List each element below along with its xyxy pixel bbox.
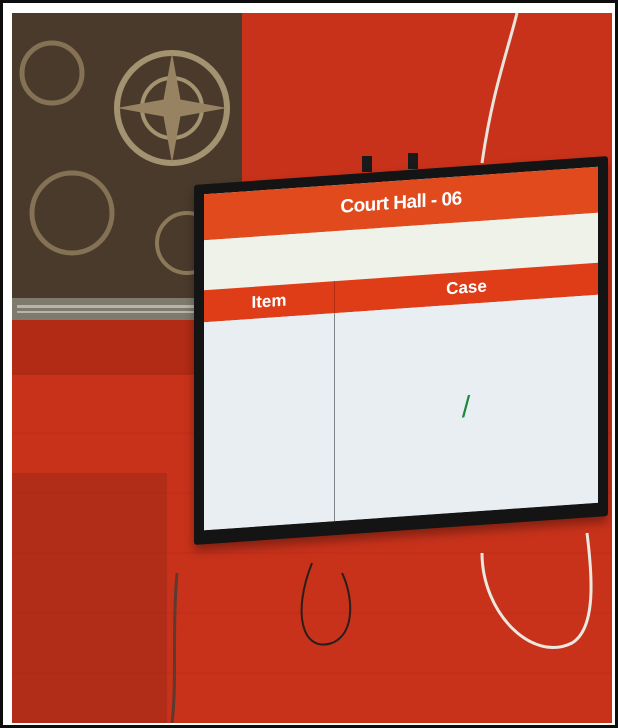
column-header-item-label: Item: [251, 290, 287, 312]
case-cell: /: [334, 295, 598, 521]
photo-frame: Court Hall - 06 Item Case /: [0, 0, 618, 728]
lower-left-wall: [12, 473, 167, 723]
display-monitor: Court Hall - 06 Item Case /: [194, 156, 608, 545]
case-value: /: [461, 390, 471, 425]
court-hall-title: Court Hall - 06: [340, 188, 462, 218]
mount-bracket-1: [362, 156, 372, 172]
photo: Court Hall - 06 Item Case /: [12, 13, 612, 723]
mount-bracket-2: [408, 153, 418, 169]
table-row: /: [204, 294, 598, 531]
column-header-case-label: Case: [446, 276, 487, 299]
monitor-screen: Court Hall - 06 Item Case /: [204, 166, 598, 531]
